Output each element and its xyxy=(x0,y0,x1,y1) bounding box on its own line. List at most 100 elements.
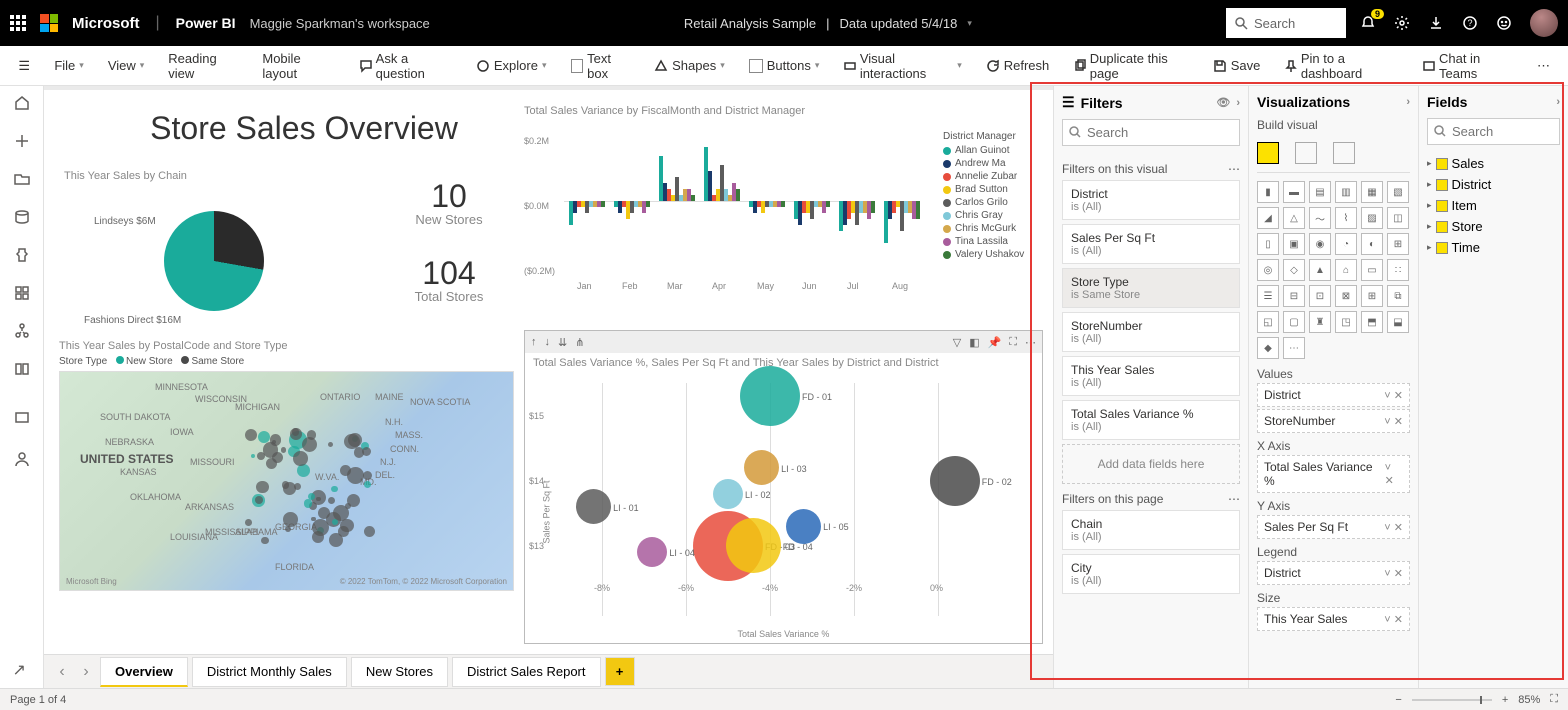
field-well-item[interactable]: District˅ ✕ xyxy=(1257,561,1410,585)
save-button[interactable]: Save xyxy=(1203,54,1271,77)
filter-card[interactable]: Chainis (All) xyxy=(1062,510,1240,550)
explore-menu[interactable]: Explore▾ xyxy=(466,54,557,77)
filter-card[interactable]: StoreNumberis (All) xyxy=(1062,312,1240,352)
more-icon[interactable]: ⋯ xyxy=(1228,162,1240,176)
viz-type-icon[interactable]: ▤ xyxy=(1309,181,1331,203)
field-table[interactable]: Store xyxy=(1427,216,1560,237)
build-visual-tab[interactable] xyxy=(1257,142,1279,164)
metrics-icon[interactable] xyxy=(13,246,31,264)
viz-type-icon[interactable]: ♜ xyxy=(1309,311,1331,333)
page-tab[interactable]: District Sales Report xyxy=(452,657,600,687)
add-filter-drop-zone[interactable]: Add data fields here xyxy=(1062,444,1240,484)
filter-icon[interactable]: ▽ xyxy=(953,336,961,349)
notifications-icon[interactable]: 9 xyxy=(1360,15,1376,31)
tab-prev-icon[interactable]: ‹ xyxy=(52,663,72,681)
workspaces-icon[interactable] xyxy=(13,408,31,426)
duplicate-page-button[interactable]: Duplicate this page xyxy=(1063,47,1198,85)
viz-type-icon[interactable]: ◎ xyxy=(1257,259,1279,281)
viz-type-icon[interactable]: ⋯ xyxy=(1283,337,1305,359)
viz-type-icon[interactable]: ▧ xyxy=(1387,181,1409,203)
chevron-down-icon[interactable]: ▾ xyxy=(967,18,972,29)
legend-item[interactable]: Andrew Ma xyxy=(943,158,1043,169)
legend-item[interactable]: Chris Gray xyxy=(943,210,1043,221)
legend-item[interactable]: Allan Guinot xyxy=(943,145,1043,156)
field-table[interactable]: Time xyxy=(1427,237,1560,258)
spotlight-icon[interactable]: ⛶ xyxy=(1009,336,1017,349)
my-workspace-icon[interactable] xyxy=(13,450,31,468)
viz-type-icon[interactable]: ∷ xyxy=(1387,259,1409,281)
viz-type-icon[interactable]: ⬓ xyxy=(1387,311,1409,333)
viz-type-icon[interactable]: ◇ xyxy=(1283,259,1305,281)
zoom-out-button[interactable]: − xyxy=(1395,694,1401,706)
viz-type-icon[interactable]: ⌂ xyxy=(1335,259,1357,281)
viz-type-icon[interactable]: ◆ xyxy=(1257,337,1279,359)
page-tab[interactable]: New Stores xyxy=(351,657,448,687)
viz-type-icon[interactable]: ▯ xyxy=(1257,233,1279,255)
viz-type-icon[interactable]: ▲ xyxy=(1309,259,1331,281)
viz-type-icon[interactable]: ▬ xyxy=(1283,181,1305,203)
page-tab[interactable]: Overview xyxy=(100,657,188,687)
learn-icon[interactable] xyxy=(13,360,31,378)
legend-item[interactable]: Brad Sutton xyxy=(943,184,1043,195)
collapse-fields-icon[interactable]: › xyxy=(1556,96,1560,108)
pin-dashboard-button[interactable]: Pin to a dashboard xyxy=(1274,47,1408,85)
field-table[interactable]: Item xyxy=(1427,195,1560,216)
filter-card[interactable]: Cityis (All) xyxy=(1062,554,1240,594)
viz-type-icon[interactable]: ⊟ xyxy=(1283,285,1305,307)
global-search[interactable]: Search xyxy=(1226,8,1346,38)
viz-type-icon[interactable]: ⊡ xyxy=(1309,285,1331,307)
create-icon[interactable] xyxy=(13,132,31,150)
zoom-in-button[interactable]: + xyxy=(1502,694,1508,706)
datahub-icon[interactable] xyxy=(13,208,31,226)
viz-type-icon[interactable]: △ xyxy=(1283,207,1305,229)
viz-type-icon[interactable]: ⧉ xyxy=(1387,285,1409,307)
more-visual-options-icon[interactable]: ⋯ xyxy=(1025,336,1036,349)
filters-search-input[interactable] xyxy=(1062,119,1240,146)
more-options-icon[interactable]: ⋯ xyxy=(1527,54,1560,78)
field-well-item[interactable]: District˅ ✕ xyxy=(1257,383,1410,407)
workspace-name[interactable]: Maggie Sparkman's workspace xyxy=(250,16,430,31)
filter-card[interactable]: This Year Salesis (All) xyxy=(1062,356,1240,396)
settings-icon[interactable] xyxy=(1394,15,1410,31)
scatter-chart[interactable]: $15$14$13-8%-6%-4%-2%0%FD - 01FD - 02FD … xyxy=(525,373,1042,641)
legend-item[interactable]: Tina Lassila xyxy=(943,236,1043,247)
apps-icon[interactable] xyxy=(13,284,31,302)
viz-type-icon[interactable]: ▢ xyxy=(1283,311,1305,333)
viz-type-icon[interactable]: ◔ xyxy=(1335,233,1357,255)
shapes-menu[interactable]: Shapes▾ xyxy=(644,54,735,77)
browse-icon[interactable] xyxy=(13,170,31,188)
deployment-icon[interactable] xyxy=(13,322,31,340)
legend-item[interactable]: Chris McGurk xyxy=(943,223,1043,234)
legend-item[interactable]: Carlos Grilo xyxy=(943,197,1043,208)
filter-card[interactable]: Districtis (All) xyxy=(1062,180,1240,220)
viz-type-icon[interactable]: 〜 xyxy=(1309,207,1331,229)
viz-type-icon[interactable]: ⊞ xyxy=(1387,233,1409,255)
mobile-layout-button[interactable]: Mobile layout xyxy=(252,47,341,85)
viz-type-icon[interactable]: ◢ xyxy=(1257,207,1279,229)
user-avatar[interactable] xyxy=(1530,9,1558,37)
ask-question-button[interactable]: Ask a question xyxy=(349,47,462,85)
drill-down-icon[interactable]: ↓ xyxy=(545,336,551,349)
report-canvas[interactable]: Store Sales Overview This Year Sales by … xyxy=(44,90,1053,654)
viz-type-icon[interactable]: ▭ xyxy=(1361,259,1383,281)
app-launcher-icon[interactable] xyxy=(10,15,26,31)
view-menu[interactable]: View▾ xyxy=(98,54,154,77)
refresh-button[interactable]: Refresh xyxy=(976,54,1060,77)
zoom-slider[interactable] xyxy=(1412,699,1492,701)
viz-type-icon[interactable]: ☰ xyxy=(1257,285,1279,307)
bar-chart[interactable]: $0.2M$0.0M($0.2M)JanFebMarAprMayJunJulAu… xyxy=(524,121,943,281)
textbox-button[interactable]: Text box xyxy=(561,47,641,85)
viz-type-icon[interactable]: ◐ xyxy=(1361,233,1383,255)
page-tab[interactable]: District Monthly Sales xyxy=(192,657,347,687)
home-icon[interactable] xyxy=(13,94,31,112)
collapse-filters-icon[interactable]: › xyxy=(1236,97,1240,109)
more-icon[interactable]: ⋯ xyxy=(1228,492,1240,506)
analytics-tab[interactable] xyxy=(1333,142,1355,164)
viz-type-icon[interactable]: ▦ xyxy=(1361,181,1383,203)
help-icon[interactable]: ? xyxy=(1462,15,1478,31)
data-updated-label[interactable]: Data updated 5/4/18 xyxy=(840,16,958,31)
fit-page-icon[interactable]: ⛶ xyxy=(1550,693,1558,706)
viz-type-icon[interactable]: ◫ xyxy=(1387,207,1409,229)
download-icon[interactable] xyxy=(1428,15,1444,31)
field-table[interactable]: District xyxy=(1427,174,1560,195)
